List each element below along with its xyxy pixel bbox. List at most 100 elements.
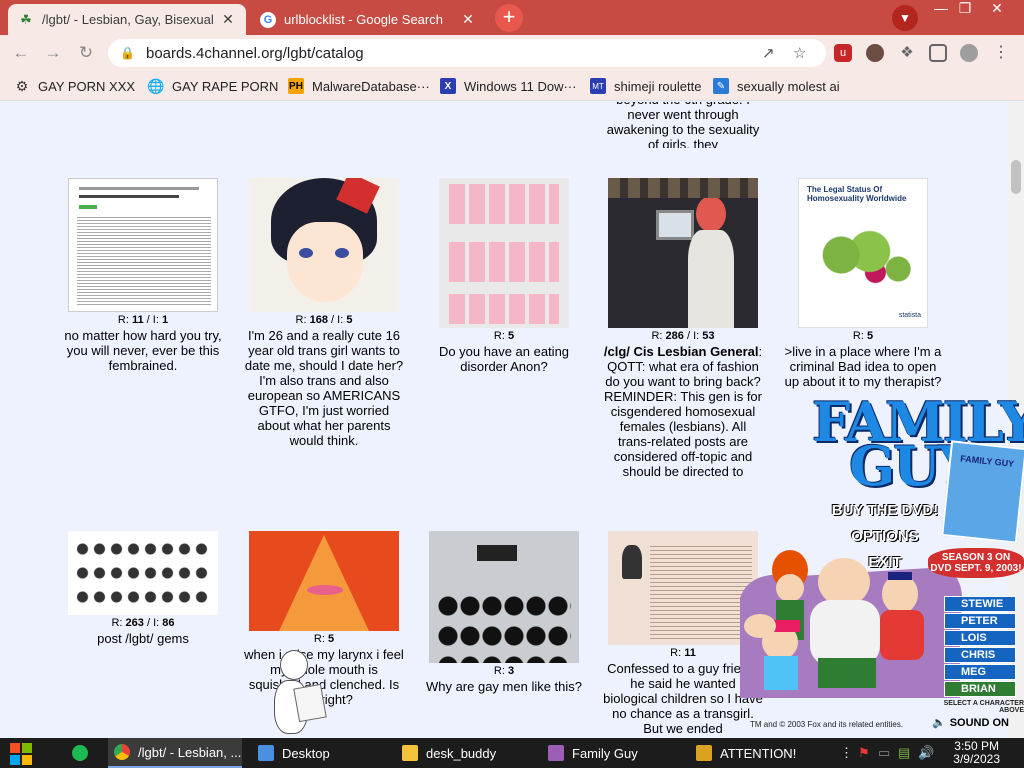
bookmark-item[interactable]: ⚙ GAY PORN XXX — [14, 77, 135, 95]
taskbar-item[interactable]: ATTENTION! — [696, 738, 826, 768]
taskbar-item[interactable]: desk_buddy — [402, 738, 532, 768]
thread-thumbnail[interactable] — [68, 531, 218, 615]
bookmark-star-icon[interactable]: ☆ — [793, 44, 806, 62]
desktop-icon — [258, 745, 274, 761]
bookmark-item[interactable]: MT shimeji roulette — [590, 77, 701, 95]
share-icon[interactable]: ↗ — [762, 44, 775, 62]
taskbar-item[interactable]: Family Guy — [548, 738, 678, 768]
character-button-stewie[interactable]: STEWIE — [944, 596, 1016, 612]
close-icon[interactable]: ✕ — [220, 11, 236, 28]
lock-icon: 🔒 — [120, 46, 135, 60]
thread-thumbnail[interactable] — [249, 178, 399, 312]
new-tab-button[interactable]: + — [495, 4, 523, 32]
catalog-thread[interactable]: R: 263 / I: 86 post /lgbt/ gems — [62, 531, 224, 681]
volume-icon[interactable]: 🔊 — [918, 745, 934, 761]
thread-thumbnail[interactable] — [68, 178, 218, 312]
thread-thumbnail[interactable] — [608, 531, 758, 645]
thread-teaser-partial[interactable]: beyond the 6th grade. I never went throu… — [602, 102, 764, 148]
speaker-icon: 🔈 — [932, 717, 946, 729]
catalog-thread[interactable]: R: 3 Why are gay men like this? — [423, 531, 585, 721]
flag-icon[interactable]: ⚑ — [858, 745, 870, 761]
buy-dvd-button[interactable]: BUY THE DVD! — [820, 502, 950, 519]
thread-thumbnail[interactable]: The Legal Status Of Homosexuality Worldw… — [798, 178, 928, 328]
chrome-icon — [114, 744, 130, 760]
bookmark-favicon-icon: ⚙ — [15, 77, 29, 94]
map-title: The Legal Status Of Homosexuality Worldw… — [807, 185, 907, 203]
thread-thumbnail[interactable] — [249, 531, 399, 631]
family-guy-popup[interactable]: FAMILY GUY FAMILY GUY BUY THE DVD! OPTIO… — [740, 395, 1024, 738]
sidepanel-icon[interactable] — [929, 44, 947, 62]
tab-google[interactable]: G urlblocklist - Google Search ✕ — [250, 4, 486, 35]
browser-toolbar: ← → ↻ 🔒 boards.4channel.org/lgbt/catalog… — [0, 35, 1024, 71]
tab-strip: ☘ /lgbt/ - Lesbian, Gay, Bisexual ✕ G ur… — [0, 0, 1024, 35]
desk-buddy-brian[interactable] — [266, 650, 332, 738]
ublock-icon[interactable]: u — [834, 44, 852, 62]
catalog-thread[interactable]: R: 168 / I: 5 I'm 26 and a really cute 1… — [243, 178, 405, 468]
forward-icon[interactable]: → — [42, 42, 64, 64]
thread-thumbnail[interactable] — [608, 178, 758, 328]
thread-stats: R: 5 — [313, 633, 335, 645]
thread-stats: R: 5 — [852, 330, 874, 342]
puzzle-icon[interactable]: ❖ — [898, 44, 916, 62]
season-badge: SEASON 3 ON DVD SEPT. 9, 2003! — [928, 548, 1024, 578]
thread-thumbnail[interactable] — [429, 531, 579, 663]
extension-avatar-icon[interactable] — [866, 44, 884, 62]
overflow-icon[interactable]: ⋮ — [840, 745, 853, 761]
taskbar-item[interactable]: Desktop — [258, 738, 388, 768]
dvd-box: FAMILY GUY — [941, 440, 1024, 544]
close-icon[interactable]: ✕ — [460, 11, 476, 28]
thread-teaser: post /lgbt/ gems — [97, 631, 189, 646]
character-list: STEWIE PETER LOIS CHRIS MEG BRIAN — [944, 596, 1016, 698]
familyguy-icon — [548, 745, 564, 761]
catalog-thread[interactable]: R: 11 / I: 1 no matter how hard you try,… — [62, 178, 224, 468]
tray-app-icon[interactable]: ▭ — [878, 745, 890, 761]
taskbar-item[interactable]: /lgbt/ - Lesbian, ... — [108, 738, 242, 768]
character-button-chris[interactable]: CHRIS — [944, 647, 1016, 663]
reload-icon[interactable]: ↻ — [75, 42, 97, 64]
thread-teaser: no matter how hard you try, you will nev… — [64, 328, 222, 373]
back-icon[interactable]: ← — [10, 42, 32, 64]
ph-icon: PH — [288, 78, 304, 94]
catalog-thread[interactable]: R: 5 Do you have an eating disorder Anon… — [423, 178, 585, 468]
clover-icon: ☘ — [20, 11, 32, 27]
windows-start-icon[interactable] — [10, 743, 32, 765]
character-button-peter[interactable]: PETER — [944, 613, 1016, 629]
character-button-brian[interactable]: BRIAN — [944, 681, 1016, 697]
close-window-button[interactable]: ✕ — [982, 0, 1012, 18]
network-icon[interactable]: ▤ — [898, 745, 910, 761]
scrollbar-thumb[interactable] — [1011, 160, 1021, 194]
app-icon: ✎ — [713, 78, 729, 94]
profile-icon[interactable] — [960, 44, 978, 62]
taskbar: /lgbt/ - Lesbian, ... Desktop desk_buddy… — [0, 738, 1024, 768]
character-button-lois[interactable]: LOIS — [944, 630, 1016, 646]
thread-stats: R: 5 — [493, 330, 515, 342]
sound-toggle[interactable]: 🔈 SOUND ON — [932, 716, 1022, 730]
system-clock[interactable]: 3:50 PM 3/9/2023 — [953, 740, 1000, 766]
tab-lgbt[interactable]: ☘ /lgbt/ - Lesbian, Gay, Bisexual ✕ — [8, 4, 246, 35]
bookmark-item[interactable]: ✎ sexually molest ai — [713, 77, 840, 95]
character-button-meg[interactable]: MEG — [944, 664, 1016, 680]
options-button[interactable]: OPTIONS — [820, 528, 950, 545]
bookmark-item[interactable]: PH MalwareDatabase··· — [288, 77, 430, 95]
bookmark-item[interactable]: 🌐 GAY RAPE PORN — [147, 77, 278, 95]
thread-subject: /clg/ Cis Lesbian General — [603, 344, 759, 359]
mt-icon: MT — [590, 78, 606, 94]
address-bar[interactable]: 🔒 boards.4channel.org/lgbt/catalog ↗ ☆ — [108, 39, 826, 67]
google-icon: G — [260, 11, 276, 28]
thread-teaser: Why are gay men like this? — [425, 679, 583, 694]
url-text: boards.4channel.org/lgbt/catalog — [146, 44, 364, 62]
tab-search-button[interactable]: ▼ — [892, 5, 918, 31]
spotify-icon — [72, 745, 88, 761]
thread-stats: R: 263 / I: 86 — [111, 617, 175, 629]
restore-button[interactable]: ❐ — [950, 0, 980, 18]
bookmark-item[interactable]: X Windows 11 Dow··· — [440, 77, 576, 95]
globe-icon: 🌐 — [147, 77, 165, 94]
thread-teaser: Do you have an eating disorder Anon? — [438, 344, 570, 374]
bookmarks-bar: ⚙ GAY PORN XXX 🌐 GAY RAPE PORN PH Malwar… — [0, 71, 1024, 101]
taskbar-app-spotify[interactable] — [72, 738, 96, 768]
legal-text: TM and © 2003 Fox and its related entiti… — [750, 720, 904, 729]
attention-icon — [696, 745, 712, 761]
thread-teaser: I'm 26 and a really cute 16 year old tra… — [244, 328, 404, 448]
kebab-menu-icon[interactable]: ⋮ — [992, 44, 1010, 62]
thread-thumbnail[interactable] — [439, 178, 569, 328]
